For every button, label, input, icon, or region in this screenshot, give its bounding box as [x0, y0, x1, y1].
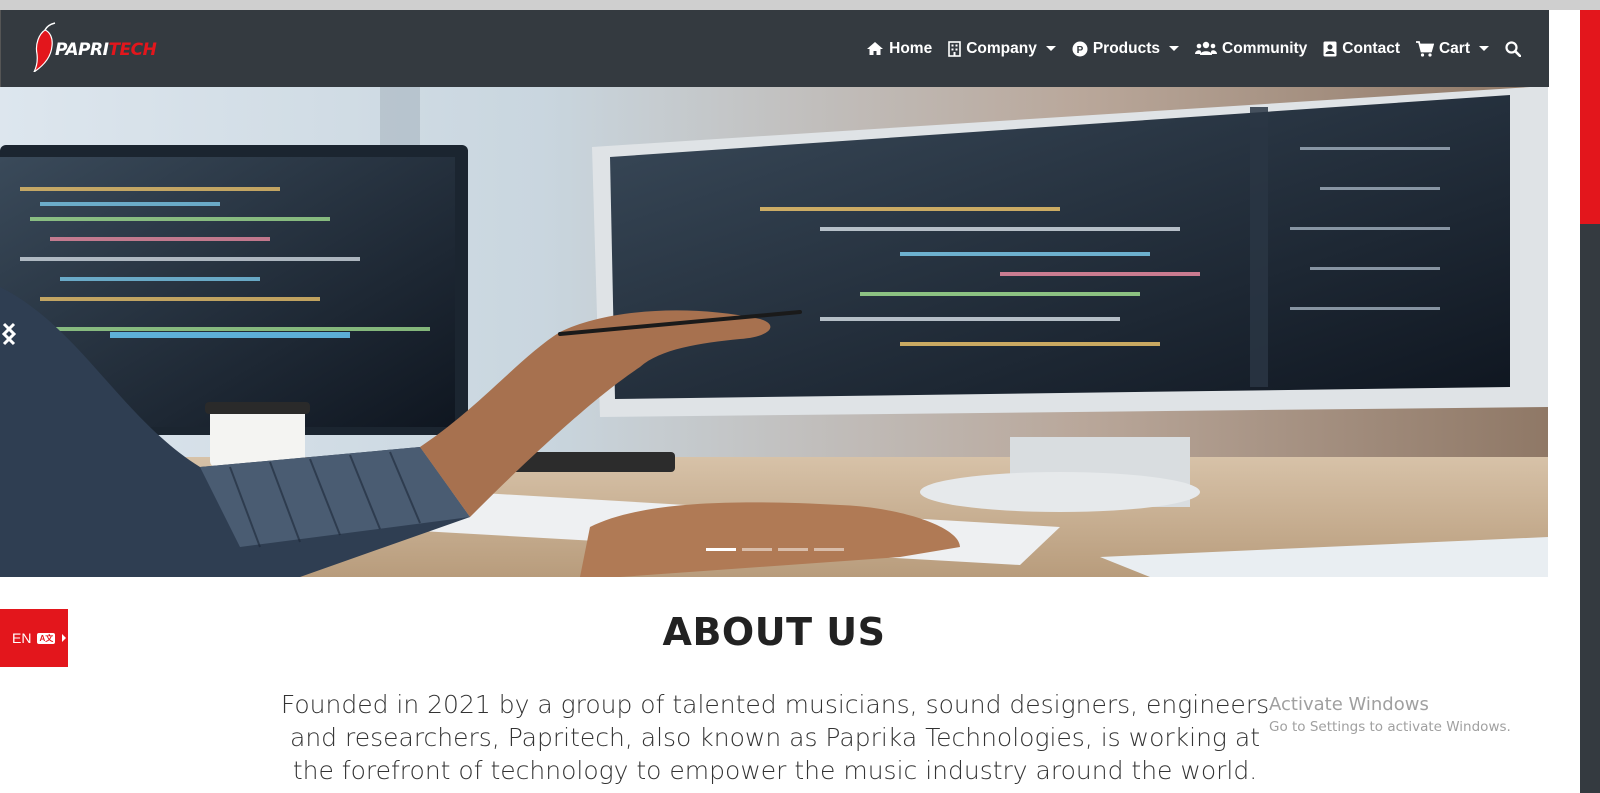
search-button[interactable] [1505, 40, 1521, 57]
activate-title: Activate Windows [1269, 694, 1429, 715]
logo-text: PAPRITECH [55, 40, 157, 60]
nav-company-label: Company [966, 39, 1037, 57]
hero-carousel [0, 87, 1548, 577]
chevron-down-icon [1479, 46, 1489, 51]
carousel-indicator[interactable] [706, 548, 736, 551]
about-text: Founded in 2021 by a group of talented m… [280, 690, 1270, 785]
nav-home-label: Home [889, 39, 933, 57]
papritech-logo[interactable]: PAPRITECH [29, 22, 159, 72]
page-scrollbar[interactable] [1580, 10, 1600, 793]
carousel-indicator[interactable] [814, 548, 844, 551]
nav-contact[interactable]: Contact [1323, 40, 1400, 58]
hero-image [0, 87, 1548, 577]
activate-subtitle: Go to Settings to activate Windows. [1269, 719, 1511, 735]
carousel-indicators [706, 548, 844, 551]
users-icon [1195, 41, 1218, 55]
scrollbar-thumb[interactable] [1580, 10, 1600, 224]
carousel-next-arrow-icon[interactable] [0, 322, 18, 346]
carousel-indicator[interactable] [778, 548, 808, 551]
top-strip [0, 0, 1600, 10]
nav-products-label: Products [1092, 39, 1161, 57]
nav-contact-label: Contact [1342, 39, 1400, 57]
nav-company[interactable]: Company [948, 40, 1056, 58]
about-title: ABOUT US [662, 610, 886, 654]
contact-card-icon [1323, 41, 1337, 56]
nav-products[interactable]: P Products [1072, 39, 1180, 58]
search-icon [1505, 40, 1521, 57]
nav-cart[interactable]: Cart [1415, 39, 1489, 58]
nav-community-label: Community [1222, 39, 1308, 57]
cart-icon [1415, 40, 1434, 57]
navbar: PAPRITECH Home Company P Products Commun… [0, 10, 1549, 87]
svg-text:P: P [1077, 45, 1084, 56]
building-icon [948, 40, 962, 57]
home-icon [867, 42, 884, 55]
carousel-indicator[interactable] [742, 548, 772, 551]
nav-community[interactable]: Community [1195, 40, 1307, 58]
p-circle-icon: P [1072, 41, 1088, 56]
windows-activation-watermark: Activate Windows Go to Settings to activ… [1269, 694, 1511, 735]
chevron-down-icon [1045, 46, 1056, 51]
main-nav: Home Company P Products Community Contac… [866, 10, 1521, 87]
chevron-down-icon [1169, 46, 1180, 51]
nav-home[interactable]: Home [866, 40, 932, 58]
nav-cart-label: Cart [1438, 39, 1470, 57]
